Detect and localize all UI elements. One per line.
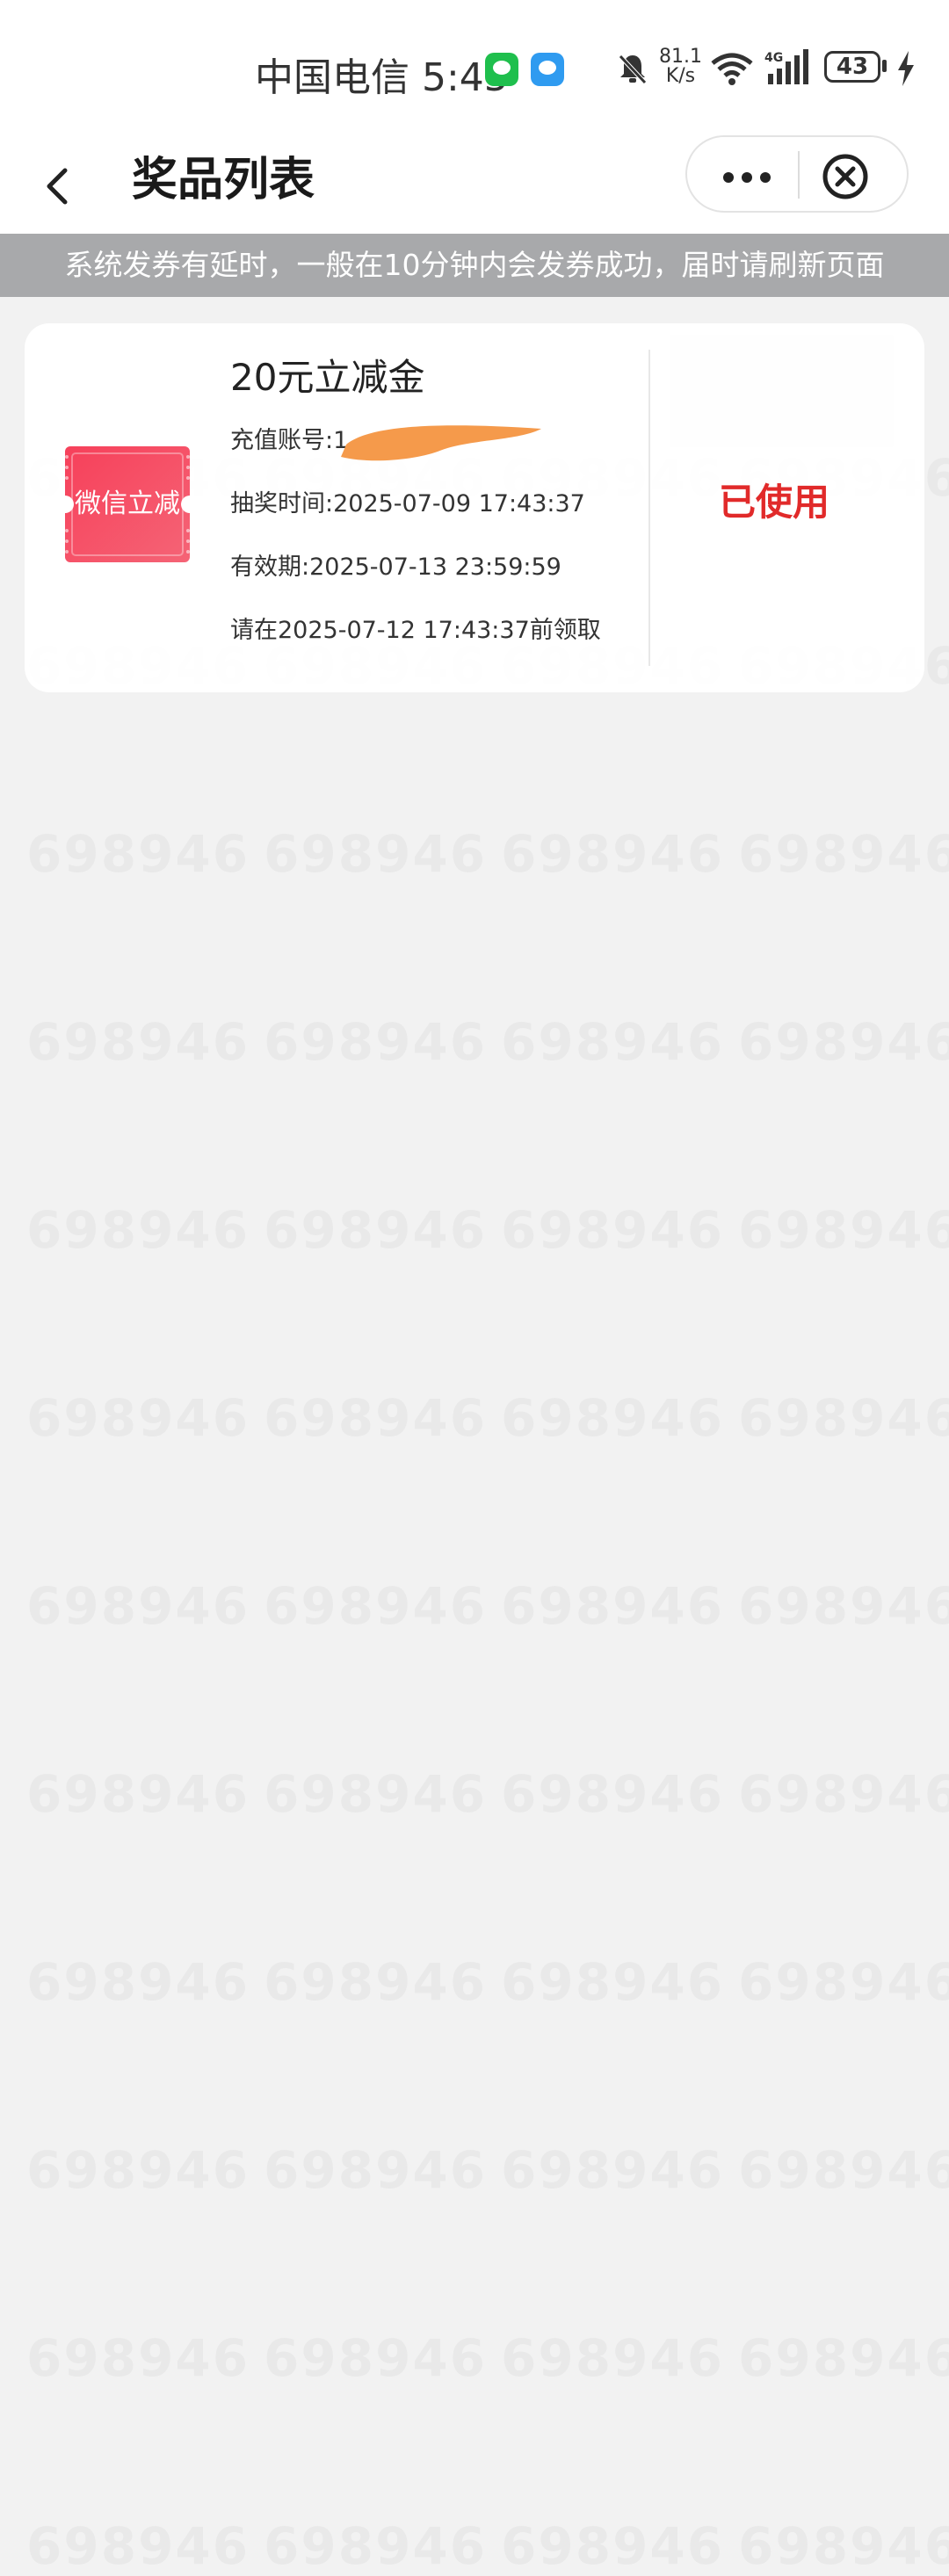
page-title: 奖品列表 xyxy=(132,154,315,206)
prize-name: 20元立减金 xyxy=(230,356,425,399)
watermark-text: 698946 xyxy=(501,1576,724,1636)
watermark-text: 698946 xyxy=(501,1388,724,1448)
watermark-text: 698946 xyxy=(738,824,949,884)
wifi-icon xyxy=(710,51,754,90)
watermark-text: 698946 xyxy=(26,2516,250,2576)
wechat-coupon-ticket: 微信立减金 xyxy=(56,445,199,639)
watermark-text: 698946 xyxy=(264,824,487,884)
redaction-scribble xyxy=(341,425,541,461)
navigation-bar: 奖品列表 xyxy=(0,132,949,234)
watermark-text: 698946 xyxy=(738,1764,949,1824)
chevron-left-icon xyxy=(47,168,68,205)
watermark-text: 698946 xyxy=(501,1952,724,2012)
watermark-text: 698946 xyxy=(501,1764,724,1824)
watermark-text: 698946 xyxy=(501,1012,724,1072)
more-dots-icon xyxy=(723,172,771,183)
claim-deadline: 请在2025-07-12 17:43:37前领取 xyxy=(230,617,601,644)
watermark-text: 698946 xyxy=(501,824,724,884)
signal-type-label: 4G xyxy=(764,51,783,65)
battery-tip xyxy=(882,60,887,72)
carrier-and-time: 中国电信 5:45 xyxy=(255,55,509,100)
network-speed-unit: K/s xyxy=(665,65,696,87)
message-notification-icon xyxy=(531,53,564,86)
bell-off-icon xyxy=(615,51,650,90)
status-bar: 中国电信 5:45 81.1 K/s 4G 43 xyxy=(0,0,949,132)
watermark-text: 698946 xyxy=(26,824,250,884)
close-mini-program-button[interactable] xyxy=(800,137,909,213)
watermark-text: 698946 xyxy=(738,2328,949,2388)
watermark-text: 698946 xyxy=(738,1200,949,1260)
watermark-text: 698946 xyxy=(26,1012,250,1072)
watermark-text: 698946 xyxy=(264,1764,487,1824)
watermark-text: 698946 xyxy=(26,1200,250,1260)
watermark-text: 698946 xyxy=(264,1200,487,1260)
notice-banner: 系统发券有延时，一般在10分钟内会发券成功，届时请刷新页面 xyxy=(0,234,949,297)
watermark-text: 698946 xyxy=(264,2328,487,2388)
watermark-text: 698946 xyxy=(501,2516,724,2576)
watermark-text: 698946 xyxy=(738,1576,949,1636)
watermark-text: 698946 xyxy=(738,2516,949,2576)
watermark-text: 698946 xyxy=(738,1388,949,1448)
watermark-text: 698946 xyxy=(26,1576,250,1636)
prize-card[interactable]: 微信立减金 20元立减金 充值账号:1 抽奖时间:2025-07-09 17:4… xyxy=(25,323,924,692)
watermark-text: 698946 xyxy=(264,2140,487,2200)
watermark-text: 698946 xyxy=(26,2328,250,2388)
more-options-button[interactable] xyxy=(687,137,798,213)
mini-program-capsule xyxy=(685,135,909,213)
close-circle-icon xyxy=(822,154,868,199)
watermark-text: 698946 xyxy=(264,1952,487,2012)
watermark-text: 698946 xyxy=(738,1012,949,1072)
watermark-text: 698946 xyxy=(738,1952,949,2012)
wechat-notification-icon xyxy=(485,53,518,86)
cellular-signal-icon: 4G xyxy=(764,49,814,90)
watermark-text: 698946 xyxy=(501,2140,724,2200)
watermark-text: 698946 xyxy=(264,1388,487,1448)
validity-period: 有效期:2025-07-13 23:59:59 xyxy=(230,554,561,581)
watermark-text: 698946 xyxy=(501,1200,724,1260)
card-divider xyxy=(648,350,650,666)
back-button[interactable] xyxy=(35,153,88,214)
charging-bolt-icon xyxy=(896,51,916,90)
draw-time: 抽奖时间:2025-07-09 17:43:37 xyxy=(230,490,585,517)
watermark-text: 698946 xyxy=(264,1576,487,1636)
network-speed: 81.1 K/s xyxy=(659,47,702,86)
watermark-text: 698946 xyxy=(264,1012,487,1072)
watermark-text: 698946 xyxy=(264,2516,487,2576)
prize-status-badge: 已使用 xyxy=(719,481,830,524)
watermark-text: 698946 xyxy=(738,2140,949,2200)
watermark-text: 698946 xyxy=(26,1764,250,1824)
watermark-layer: 6989466989466989466989466989466989466989… xyxy=(0,0,949,2109)
watermark-text: 698946 xyxy=(26,1388,250,1448)
watermark-text: 698946 xyxy=(26,2140,250,2200)
watermark-text: 698946 xyxy=(501,2328,724,2388)
battery-indicator: 43 xyxy=(824,51,880,83)
recharge-account: 充值账号:1 xyxy=(230,427,349,454)
ticket-label: 微信立减金 xyxy=(75,488,180,639)
watermark-text: 698946 xyxy=(26,1952,250,2012)
